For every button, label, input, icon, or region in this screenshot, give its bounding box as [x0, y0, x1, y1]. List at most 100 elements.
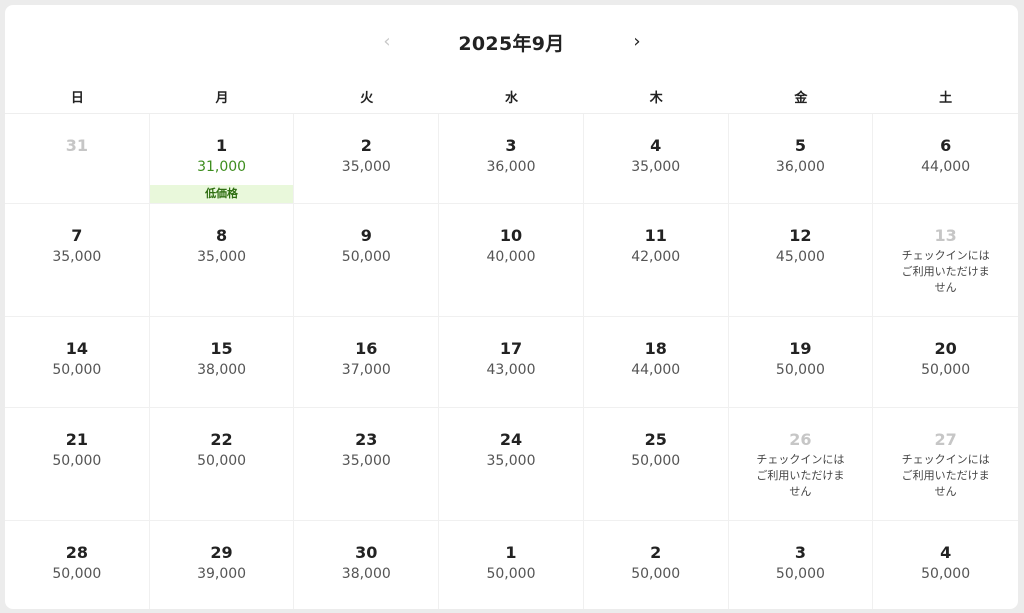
month-title: 2025年9月	[458, 33, 565, 55]
calendar-day-cell[interactable]: 10 40,000	[439, 204, 584, 317]
day-number: 8	[215, 226, 228, 245]
day-number: 1	[505, 543, 517, 562]
day-number: 11	[644, 226, 667, 245]
calendar-day-cell[interactable]: 22 50,000	[149, 408, 295, 521]
calendar-day-cell[interactable]: 5 36,000	[728, 114, 874, 204]
day-number: 2	[360, 136, 372, 155]
day-number: 26	[789, 430, 812, 449]
calendar-day-cell[interactable]: 4 35,000	[583, 114, 729, 204]
weekday-label: 木	[649, 90, 663, 106]
day-number: 7	[71, 226, 83, 245]
calendar-day-cell: 31	[5, 114, 150, 204]
day-price: 37,000	[341, 362, 391, 378]
day-number: 4	[650, 136, 662, 155]
day-price: 35,000	[486, 453, 536, 469]
day-price: 35,000	[631, 159, 681, 175]
calendar-day-cell[interactable]: 6 44,000	[873, 114, 1018, 204]
calendar-day-cell[interactable]: 4 50,000	[873, 521, 1018, 609]
weekday-label: 月	[215, 90, 229, 106]
calendar-day-cell[interactable]: 1 50,000	[439, 521, 584, 609]
calendar-day-cell[interactable]: 20 50,000	[873, 317, 1018, 408]
day-price: 50,000	[52, 362, 102, 378]
weekday-header-row: 日 月 火 水 木 金 土	[5, 79, 1018, 114]
day-price: 44,000	[631, 362, 681, 378]
day-price: 50,000	[486, 566, 536, 582]
day-number: 27	[934, 430, 957, 449]
day-price: 45,000	[775, 249, 825, 265]
day-price: 42,000	[631, 249, 681, 265]
day-price: 50,000	[921, 566, 971, 582]
day-number: 24	[499, 430, 523, 449]
weekday-label: 土	[939, 90, 953, 106]
day-number: 20	[934, 339, 957, 358]
calendar-day-cell[interactable]: 29 39,000	[150, 521, 295, 609]
calendar-day-cell[interactable]: 14 50,000	[5, 317, 150, 408]
day-price: 38,000	[197, 362, 247, 378]
day-number: 12	[789, 226, 812, 245]
day-price: 50,000	[775, 566, 825, 582]
calendar-day-cell[interactable]: 21 50,000	[5, 408, 150, 521]
calendar-day-cell[interactable]: 17 43,000	[439, 317, 584, 408]
day-number: 2	[650, 543, 662, 562]
day-price: 50,000	[631, 566, 681, 582]
calendar-grid: 31 1 31,000 低価格 2 35,000 3 36,000 4 35,000 5 36,000…	[5, 114, 1018, 609]
calendar-day-cell[interactable]: 15 38,000	[149, 317, 295, 408]
day-price: 50,000	[921, 362, 971, 378]
weekday-label: 金	[794, 90, 808, 106]
day-number: 9	[360, 226, 372, 245]
day-price: 50,000	[631, 453, 681, 469]
calendar-day-cell[interactable]: 11 42,000	[583, 204, 729, 317]
day-number: 15	[210, 339, 233, 358]
calendar-day-cell[interactable]: 12 45,000	[728, 204, 874, 317]
day-number: 23	[355, 430, 378, 449]
calendar-day-cell[interactable]: 18 44,000	[583, 317, 729, 408]
day-number: 29	[210, 543, 233, 562]
weekday-label: 日	[70, 90, 84, 106]
calendar-day-cell[interactable]: 24 35,000	[439, 408, 584, 521]
day-number: 6	[940, 136, 952, 155]
calendar-day-cell[interactable]: 19 50,000	[728, 317, 874, 408]
day-price: 40,000	[486, 249, 536, 265]
day-price: 38,000	[341, 566, 391, 582]
day-number: 3	[794, 543, 806, 562]
calendar-day-cell[interactable]: 16 37,000	[294, 317, 440, 408]
day-number: 10	[499, 226, 523, 245]
day-price: 43,000	[486, 362, 536, 378]
next-month-button[interactable]: ›	[625, 29, 649, 53]
calendar-day-cell[interactable]: 23 35,000	[294, 408, 440, 521]
day-price: 35,000	[341, 159, 391, 175]
calendar-day-cell[interactable]: 7 35,000	[5, 204, 150, 317]
unavailable-note: チェックインにはご利用いただけません	[901, 249, 990, 294]
day-price: 44,000	[921, 159, 971, 175]
low-price-badge: 低価格	[149, 185, 294, 203]
day-price: 35,000	[52, 249, 102, 265]
calendar-day-cell[interactable]: 3 50,000	[729, 521, 874, 609]
calendar-day-cell[interactable]: 2 35,000	[294, 114, 440, 204]
calendar-day-cell[interactable]: 1 31,000 低価格	[149, 114, 295, 204]
day-number: 5	[794, 136, 806, 155]
weekday-label: 水	[504, 90, 518, 106]
day-number: 13	[934, 226, 957, 245]
day-number: 30	[355, 543, 378, 562]
day-number: 22	[210, 430, 233, 449]
day-price: 36,000	[486, 159, 536, 175]
calendar-day-cell[interactable]: 30 38,000	[294, 521, 440, 609]
calendar-day-cell[interactable]: 8 35,000	[149, 204, 295, 317]
calendar-day-cell: 27 チェックインにはご利用いただけません	[873, 408, 1018, 521]
calendar-day-cell: 26 チェックインにはご利用いただけません	[728, 408, 874, 521]
day-price: 50,000	[775, 362, 825, 378]
day-number: 4	[940, 543, 952, 562]
day-number: 1	[215, 136, 228, 155]
day-number: 3	[505, 136, 517, 155]
calendar-day-cell[interactable]: 2 50,000	[584, 521, 729, 609]
chevron-right-icon: ›	[633, 30, 641, 52]
calendar-day-cell[interactable]: 9 50,000	[294, 204, 440, 317]
day-number: 18	[644, 339, 667, 358]
day-price: 35,000	[197, 249, 247, 265]
calendar-day-cell[interactable]: 28 50,000	[5, 521, 150, 609]
calendar-day-cell[interactable]: 3 36,000	[439, 114, 584, 204]
day-price: 39,000	[197, 566, 247, 582]
calendar-day-cell[interactable]: 25 50,000	[583, 408, 729, 521]
day-number: 25	[644, 430, 667, 449]
calendar-day-cell: 13 チェックインにはご利用いただけません	[873, 204, 1018, 317]
